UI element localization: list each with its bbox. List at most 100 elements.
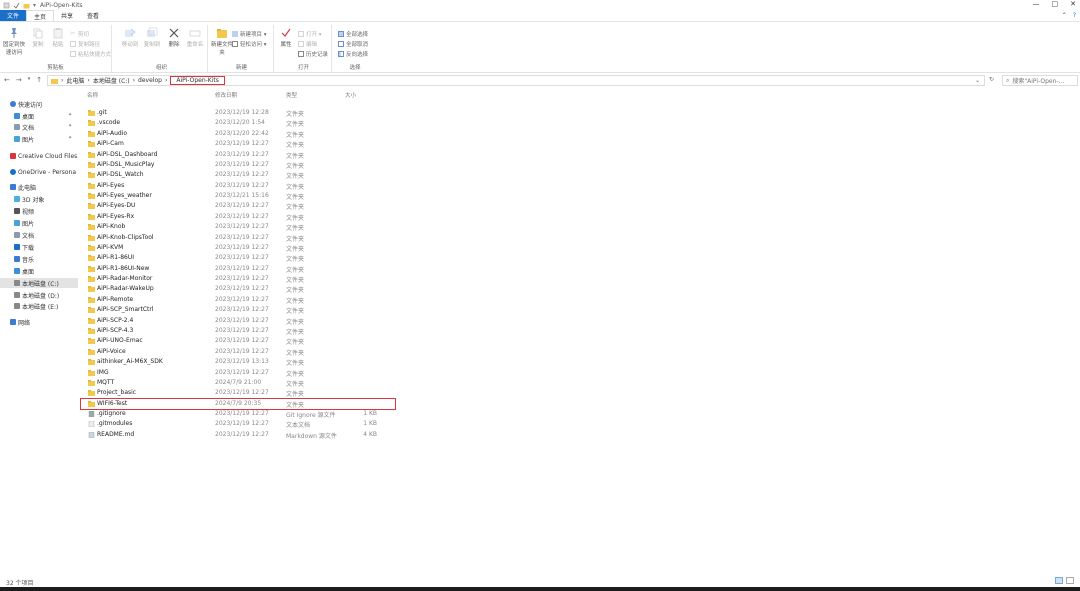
easy-access-button[interactable]: 轻松访问 ▾ — [232, 40, 267, 48]
table-row[interactable]: IMG 2023/12/19 12:27 文件夹 — [83, 368, 1080, 378]
column-header-date[interactable]: 修改日期 — [215, 91, 237, 99]
tab-file[interactable]: 文件 — [0, 10, 27, 21]
sidebar-item[interactable]: 此电脑 — [0, 182, 36, 192]
tab-share[interactable]: 共享 — [54, 10, 80, 21]
table-row[interactable]: AiPi-Eyes_weather 2023/12/21 15:16 文件夹 — [83, 191, 1080, 201]
new-item-button[interactable]: 新建项目 ▾ — [232, 30, 267, 38]
sidebar-item[interactable]: 桌面 — [0, 266, 34, 276]
file-name: AiPi-Remote — [97, 295, 134, 303]
breadcrumb-aipi-open-kits[interactable]: AiPi-Open-Kits — [170, 76, 225, 85]
sidebar-item[interactable]: OneDrive - Persona — [0, 167, 76, 177]
column-header-name[interactable]: 名称 — [87, 91, 98, 99]
table-row[interactable]: aithinker_Ai-M6X_SDK 2023/12/19 13:13 文件夹 — [83, 357, 1080, 367]
recent-locations-icon[interactable]: ▾ — [28, 76, 31, 84]
forward-arrow-icon[interactable]: → — [16, 76, 22, 84]
sidebar-item[interactable]: 图片 — [0, 218, 34, 228]
table-row[interactable]: AiPi-DSL_MusicPlay 2023/12/19 12:27 文件夹 — [83, 160, 1080, 170]
close-button[interactable]: ✕ — [1070, 0, 1076, 8]
select-all-button[interactable]: 全部选择 — [338, 30, 368, 38]
minimize-button[interactable]: — — [1033, 0, 1040, 8]
sidebar-item[interactable]: 网络 — [0, 317, 30, 327]
sidebar-item[interactable]: 文档 — [0, 230, 34, 240]
table-row[interactable]: AiPi-Remote 2023/12/19 12:27 文件夹 — [83, 295, 1080, 305]
table-row[interactable]: AiPi-Eyes-Rx 2023/12/19 12:27 文件夹 — [83, 212, 1080, 222]
table-row[interactable]: AiPi-SCP-4.3 2023/12/19 12:27 文件夹 — [83, 326, 1080, 336]
refresh-icon[interactable]: ↻ — [989, 76, 994, 83]
search-box[interactable]: ⌕ 搜索"AiPi-Open-... — [1002, 75, 1078, 86]
large-icons-view-icon[interactable] — [1066, 577, 1074, 584]
table-row[interactable]: AiPi-KVM 2023/12/19 12:27 文件夹 — [83, 243, 1080, 253]
column-header-size[interactable]: 大小 — [345, 91, 356, 99]
edit-button[interactable]: 编辑 — [298, 40, 317, 48]
tab-view[interactable]: 查看 — [80, 10, 106, 21]
sidebar-item[interactable]: 本地磁盘 (D:) — [0, 290, 59, 300]
table-row[interactable]: AiPi-DSL_Watch 2023/12/19 12:27 文件夹 — [83, 170, 1080, 180]
quick-access-dropdown-icon[interactable]: ▾ — [33, 2, 36, 9]
file-name: AiPi-SCP_SmartCtrl — [97, 306, 154, 314]
sidebar-item[interactable]: 视频 — [0, 206, 34, 216]
breadcrumb-local-disk-c[interactable]: 本地磁盘 (C:) — [93, 76, 130, 85]
back-arrow-icon[interactable]: ← — [4, 76, 10, 84]
table-row[interactable]: AiPi-Eyes 2023/12/19 12:27 文件夹 — [83, 181, 1080, 191]
table-row[interactable]: README.md 2023/12/19 12:27 Markdown 源文件 4 K… — [83, 430, 1080, 440]
details-view-icon[interactable] — [1055, 577, 1063, 584]
sidebar-item[interactable]: Creative Cloud Files — [0, 151, 77, 161]
breadcrumb-this-pc[interactable]: 此电脑 — [66, 76, 84, 85]
collapse-ribbon-icon[interactable]: ⌃ — [1062, 12, 1067, 19]
table-row[interactable]: .vscode 2023/12/20 1:54 文件夹 — [83, 118, 1080, 128]
sidebar-item[interactable]: 下载 — [0, 242, 34, 252]
history-button[interactable]: 历史记录 — [298, 50, 328, 58]
table-row[interactable]: AiPi-R1-86UI 2023/12/19 12:27 文件夹 — [83, 253, 1080, 263]
select-none-button[interactable]: 全部取消 — [338, 40, 368, 48]
sidebar-item[interactable]: 本地磁盘 (C:) — [0, 278, 78, 288]
rename-button[interactable]: 重命名 — [183, 27, 207, 48]
sidebar-item[interactable]: 快速访问 — [0, 99, 42, 109]
table-row[interactable]: .git 2023/12/19 12:28 文件夹 — [83, 108, 1080, 118]
tab-home[interactable]: 主页 — [26, 10, 55, 21]
open-button[interactable]: 打开 ▾ — [298, 30, 322, 38]
paste-button[interactable]: 粘贴 — [46, 27, 70, 48]
properties-button[interactable]: 属性 — [274, 27, 298, 48]
table-row[interactable]: AiPi-Cam 2023/12/19 12:27 文件夹 — [83, 139, 1080, 149]
invert-selection-button[interactable]: 反向选择 — [338, 50, 368, 58]
column-header-type[interactable]: 类型 — [286, 91, 297, 99]
pin-to-quick-access-button[interactable]: 固定到快速访问 — [2, 27, 26, 56]
table-row[interactable]: AiPi-R1-86UI-New 2023/12/19 12:27 文件夹 — [83, 264, 1080, 274]
breadcrumb-develop[interactable]: develop — [138, 77, 162, 84]
sidebar-item[interactable]: 桌面 — [0, 111, 34, 121]
table-row[interactable]: MQTT 2024/7/9 21:00 文件夹 — [83, 378, 1080, 388]
table-row[interactable]: AiPi-Knob 2023/12/19 12:27 文件夹 — [83, 222, 1080, 232]
sidebar-item[interactable]: 3D 对象 — [0, 194, 44, 204]
copy-path-button[interactable]: 复制路径 — [70, 40, 100, 48]
checkmark-icon[interactable] — [13, 2, 20, 9]
table-row[interactable]: AiPi-Radar-Monitor 2023/12/19 12:27 文件夹 — [83, 274, 1080, 284]
copy-to-button[interactable]: 复制到 — [140, 27, 164, 48]
paste-shortcut-button[interactable]: 粘贴快捷方式 — [70, 50, 111, 58]
sidebar-item[interactable]: 本地磁盘 (E:) — [0, 301, 58, 311]
table-row[interactable]: AiPi-Audio 2023/12/20 22:42 文件夹 — [83, 129, 1080, 139]
table-row[interactable]: AiPi-Voice 2023/12/19 12:27 文件夹 — [83, 347, 1080, 357]
address-dropdown-icon[interactable]: ⌄ — [975, 77, 980, 84]
table-row[interactable]: AiPi-SCP_SmartCtrl 2023/12/19 12:27 文件夹 — [83, 305, 1080, 315]
up-arrow-icon[interactable]: ↑ — [36, 76, 42, 84]
address-bar[interactable]: › 此电脑 › 本地磁盘 (C:) › develop › AiPi-Open-… — [47, 75, 985, 86]
folder-icon[interactable] — [23, 2, 30, 9]
table-row[interactable]: AiPi-Knob-ClipsTool 2023/12/19 12:27 文件夹 — [83, 233, 1080, 243]
table-row[interactable]: WIFI6-Test 2024/7/9 20:35 文件夹 — [80, 397, 1080, 410]
move-to-button[interactable]: 移动到 — [118, 27, 142, 48]
sidebar-item[interactable]: 文档 — [0, 122, 34, 132]
sidebar-item[interactable]: 图片 — [0, 134, 34, 144]
table-row[interactable]: AiPi-Eyes-DU 2023/12/19 12:27 文件夹 — [83, 201, 1080, 211]
table-row[interactable]: AiPi-DSL_Dashboard 2023/12/19 12:27 文件夹 — [83, 150, 1080, 160]
maximize-button[interactable]: □ — [1052, 0, 1059, 8]
new-folder-button[interactable]: 新建文件夹 — [210, 27, 234, 56]
table-row[interactable]: .gitmodules 2023/12/19 12:27 文本文档 1 KB — [83, 419, 1080, 429]
sidebar-item[interactable]: 音乐 — [0, 254, 34, 264]
table-row[interactable]: AiPi-Radar-WakeUp 2023/12/19 12:27 文件夹 — [83, 284, 1080, 294]
table-row[interactable]: AiPi-UNO-Emac 2023/12/19 12:27 文件夹 — [83, 336, 1080, 346]
properties-icon[interactable] — [3, 2, 10, 9]
table-row[interactable]: .gitignore 2023/12/19 12:27 Git Ignore 源文件… — [83, 409, 1080, 419]
cut-button[interactable]: ✂ 剪切 — [70, 30, 89, 39]
table-row[interactable]: AiPi-SCP-2.4 2023/12/19 12:27 文件夹 — [83, 316, 1080, 326]
help-icon[interactable]: ? — [1073, 12, 1076, 19]
